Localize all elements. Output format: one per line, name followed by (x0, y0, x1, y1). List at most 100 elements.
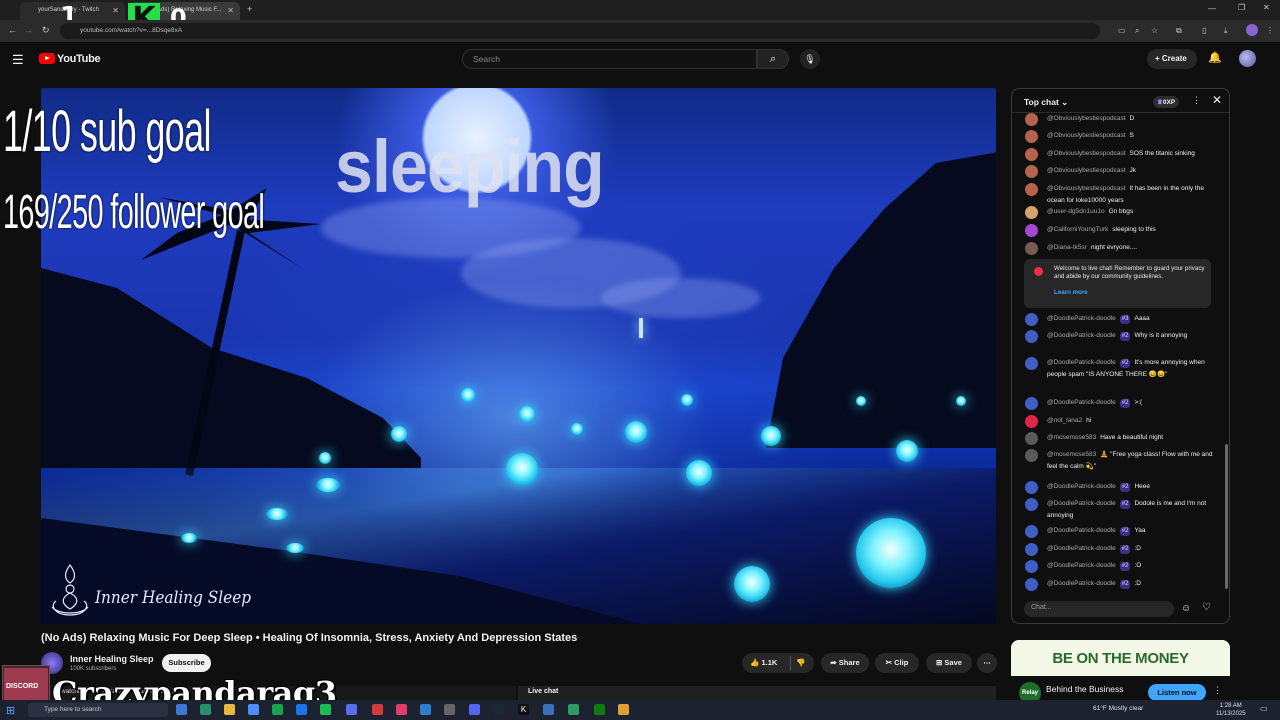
emoji-icon[interactable]: ☺ (1181, 603, 1191, 614)
chat-author[interactable]: @mosemose583 (1047, 434, 1096, 441)
chat-author[interactable]: @Obviouslybestiespodcast (1047, 115, 1126, 122)
chat-author[interactable]: @not_lana2 (1047, 417, 1082, 424)
app-icon[interactable] (543, 704, 554, 715)
chat-avatar[interactable] (1025, 313, 1038, 326)
task-view-icon[interactable] (176, 704, 187, 715)
chat-avatar[interactable] (1025, 113, 1038, 126)
clip-button[interactable]: ✂ Clip (875, 653, 919, 673)
subscribe-button[interactable]: Subscribe (162, 654, 211, 672)
chat-author[interactable]: @user-dg5dn1uu1o (1047, 208, 1105, 215)
chat-author[interactable]: @DoodlePatrick-doodle (1047, 483, 1116, 490)
chat-message[interactable]: @DoodlePatrick-doodle #2 Dodole is me and … (1025, 498, 1215, 522)
listen-now-button[interactable]: Listen now (1148, 684, 1206, 701)
learn-more-link[interactable]: Learn more (1054, 289, 1088, 297)
voice-search-button[interactable]: 🎙 (800, 49, 820, 69)
extensions-icon[interactable]: ⧉ (1176, 26, 1182, 36)
cast-icon[interactable]: ▭ (1118, 26, 1126, 35)
chat-message[interactable]: @Obviouslybestiespodcast It has been in t… (1025, 183, 1215, 207)
chat-author[interactable]: @mosemose583 (1047, 451, 1096, 458)
spotify-icon[interactable] (320, 704, 331, 715)
windows-start-icon[interactable]: ⊞ (6, 704, 15, 717)
account-avatar[interactable] (1239, 50, 1256, 67)
chat-avatar[interactable] (1025, 357, 1038, 370)
chat-message[interactable]: @DoodlePatrick-doodle #2 Heee (1025, 481, 1215, 494)
search-button[interactable]: ⌕ (757, 49, 789, 69)
maximize-icon[interactable]: ❐ (1238, 3, 1245, 12)
chat-avatar[interactable] (1025, 242, 1038, 255)
menu-icon[interactable]: ☰ (12, 52, 24, 68)
chrome-icon[interactable] (248, 704, 259, 715)
tiktok-icon[interactable] (396, 704, 407, 715)
download-icon[interactable]: ⤓ (1224, 26, 1228, 36)
chat-avatar[interactable] (1025, 481, 1038, 494)
sidebar-icon[interactable]: ▯ (1202, 26, 1206, 35)
search-input[interactable]: Search (462, 49, 757, 69)
chat-message[interactable]: @DoodlePatrick-doodle #2 It's more annoyin… (1025, 357, 1215, 393)
chat-author[interactable]: @DoodlePatrick-doodle (1047, 527, 1116, 534)
chat-author[interactable]: @Diana-tk5sr (1047, 244, 1087, 251)
chat-message[interactable]: @not_lana2 hi (1025, 415, 1215, 428)
chat-message[interactable]: @DoodlePatrick-doodle #2:D (1025, 578, 1215, 591)
chat-avatar[interactable] (1025, 165, 1038, 178)
app-icon[interactable] (296, 704, 307, 715)
chat-author[interactable]: @DoodlePatrick-doodle (1047, 332, 1116, 339)
chat-author[interactable]: @CaliforniYoungTurk (1047, 226, 1108, 233)
close-icon[interactable]: ✕ (227, 6, 234, 15)
notifications-bell-icon[interactable]: 🔔 (1208, 51, 1222, 64)
app-icon[interactable] (568, 704, 579, 715)
minimize-icon[interactable]: — (1208, 4, 1216, 13)
more-actions-button[interactable]: ⋯ (977, 653, 997, 673)
chat-message[interactable]: @DoodlePatrick-doodle #2 Why is it annoyin… (1025, 330, 1215, 354)
zoom-icon[interactable]: ⌕ (1135, 26, 1139, 36)
chat-author[interactable]: @DoodlePatrick-doodle (1047, 580, 1116, 587)
app-icon[interactable] (420, 704, 431, 715)
chat-avatar[interactable] (1025, 148, 1038, 161)
chat-scrollbar[interactable] (1225, 444, 1228, 589)
chat-message[interactable]: @DoodlePatrick-doodle #2:O (1025, 560, 1215, 573)
profile-avatar[interactable] (1246, 24, 1258, 36)
chat-message[interactable]: @Obviouslybestiespodcast S (1025, 130, 1215, 143)
chat-message[interactable]: @Obviouslybestiespodcast SOS the titanic … (1025, 148, 1215, 161)
more-vert-icon[interactable]: ⋮ (1192, 95, 1201, 106)
chat-avatar[interactable] (1025, 432, 1038, 445)
file-explorer-icon[interactable] (224, 704, 235, 715)
chat-author[interactable]: @Obviouslybestiespodcast (1047, 132, 1126, 139)
forward-icon[interactable]: → (24, 25, 33, 35)
chat-author[interactable]: @DoodlePatrick-doodle (1047, 500, 1116, 507)
xp-badge[interactable]: ♛0XP (1153, 96, 1180, 108)
chat-message[interactable]: @DoodlePatrick-doodle #3 Aaaa (1025, 313, 1215, 326)
reload-icon[interactable]: ↻ (42, 25, 50, 36)
youtube-logo-icon[interactable] (39, 53, 55, 64)
chat-avatar[interactable] (1025, 525, 1038, 538)
dislike-button[interactable]: 👎 (796, 653, 805, 673)
chat-message[interactable]: @CaliforniYoungTurk sleeping to this (1025, 224, 1215, 237)
address-input[interactable]: youtube.com/watch?v=...8Dsqe8xA (60, 23, 1100, 39)
heart-icon[interactable]: ♡ (1202, 602, 1211, 613)
live-chat-replay-header[interactable]: Live chat (518, 686, 996, 700)
chat-avatar[interactable] (1025, 397, 1038, 410)
new-tab-icon[interactable]: + (247, 4, 252, 14)
close-icon[interactable]: ✕ (1212, 93, 1222, 107)
chat-message[interactable]: @Diana-tk5sr night evryone.... (1025, 242, 1215, 255)
chat-avatar[interactable] (1025, 578, 1038, 591)
back-icon[interactable]: ← (8, 25, 17, 35)
steam-icon[interactable] (493, 704, 504, 715)
chat-avatar[interactable] (1025, 560, 1038, 573)
bookmark-star-icon[interactable]: ☆ (1151, 26, 1158, 35)
app-icon[interactable] (346, 704, 357, 715)
more-vert-icon[interactable]: ⋮ (1213, 685, 1222, 696)
edge-icon[interactable] (200, 704, 211, 715)
close-icon[interactable]: ✕ (112, 6, 119, 15)
discord-icon[interactable] (469, 704, 480, 715)
save-button[interactable]: ⊞ Save (926, 653, 972, 673)
like-button[interactable]: 👍 1.1K (750, 653, 777, 673)
chat-author[interactable]: @Obviouslybestiespodcast (1047, 185, 1126, 192)
chat-message[interactable]: @DoodlePatrick-doodle #2 Yaa (1025, 525, 1215, 538)
chat-message[interactable]: @Obviouslybestiespodcast Jk (1025, 165, 1215, 178)
taskbar-search-input[interactable]: Type here to search (28, 703, 168, 717)
notifications-icon[interactable]: ▭ (1260, 704, 1268, 713)
chat-author[interactable]: @DoodlePatrick-doodle (1047, 545, 1116, 552)
app-icon[interactable] (618, 704, 629, 715)
app-icon[interactable] (272, 704, 283, 715)
share-button[interactable]: ➦ Share (821, 653, 869, 673)
